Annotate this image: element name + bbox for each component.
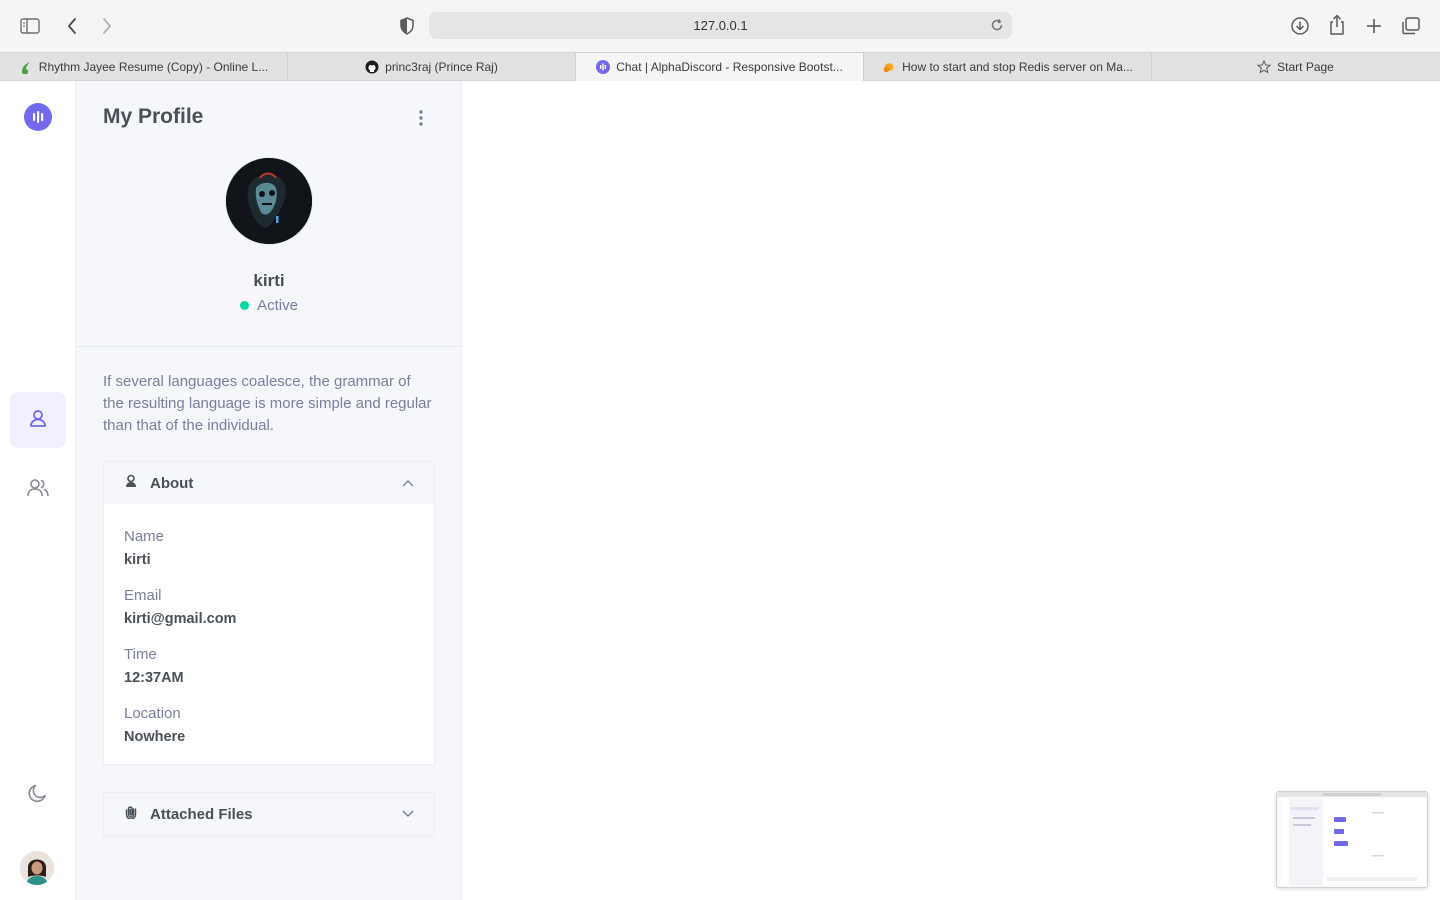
attached-files-heading: Attached Files xyxy=(150,805,253,823)
about-field-location: Location Nowhere xyxy=(124,703,414,748)
chevron-up-icon xyxy=(400,475,416,491)
tab-label: princ3raj (Prince Raj) xyxy=(385,60,498,74)
about-field-name: Name kirti xyxy=(124,526,414,571)
about-accordion-header[interactable]: About xyxy=(104,462,434,504)
app-logo-icon[interactable] xyxy=(24,103,52,131)
browser-toolbar: 127.0.0.1 xyxy=(0,0,1440,52)
nav-contacts-button[interactable] xyxy=(10,462,66,518)
more-options-icon[interactable] xyxy=(412,107,430,129)
profile-name: kirti xyxy=(253,271,285,290)
field-label: Name xyxy=(124,528,165,545)
user-avatar[interactable] xyxy=(20,851,54,885)
about-field-time: Time 12:37AM xyxy=(124,644,414,689)
about-accordion-body: Name kirti Email kirti@gmail.com Time 12… xyxy=(104,504,434,764)
field-label: Email xyxy=(124,587,162,604)
user-icon xyxy=(27,407,49,434)
tab-overview-icon[interactable] xyxy=(1397,12,1425,40)
about-heading: About xyxy=(150,474,194,492)
field-label: Location xyxy=(124,705,181,722)
about-accordion: About Name kirti Email kirti@gmail.com T… xyxy=(103,461,435,765)
tab-label: Chat | AlphaDiscord - Responsive Bootst.… xyxy=(616,60,843,74)
chevron-down-icon xyxy=(400,806,416,822)
theme-toggle-button[interactable] xyxy=(10,767,66,823)
overleaf-icon xyxy=(19,60,33,74)
nav-profile-button[interactable] xyxy=(10,392,66,448)
star-icon xyxy=(1257,60,1272,74)
app-logo-icon xyxy=(596,60,611,74)
status-text: Active xyxy=(257,297,298,314)
profile-bio: If several languages coalesce, the gramm… xyxy=(103,373,432,434)
field-value: kirti@gmail.com xyxy=(124,611,237,627)
field-value: kirti xyxy=(124,552,151,568)
share-icon[interactable] xyxy=(1323,11,1351,39)
field-value: Nowhere xyxy=(124,729,186,745)
attachment-icon xyxy=(124,805,138,823)
privacy-shield-icon[interactable] xyxy=(393,12,421,40)
downloads-icon[interactable] xyxy=(1286,12,1314,40)
address-text: 127.0.0.1 xyxy=(693,18,748,33)
users-icon xyxy=(26,477,50,504)
tab-bar: Rhythm Jayee Resume (Copy) - Online L...… xyxy=(0,52,1440,81)
tab-label: How to start and stop Redis server on Ma… xyxy=(902,60,1133,74)
browser-tab[interactable]: princ3raj (Prince Raj) xyxy=(288,53,576,81)
screenshot-thumbnail[interactable] xyxy=(1276,791,1428,888)
browser-tab[interactable]: Start Page xyxy=(1152,53,1439,81)
moon-icon xyxy=(27,782,49,809)
new-tab-icon[interactable] xyxy=(1360,12,1388,40)
attached-files-accordion: Attached Files xyxy=(103,792,435,836)
tab-label: Rhythm Jayee Resume (Copy) - Online L... xyxy=(38,60,269,74)
back-icon[interactable] xyxy=(58,12,86,40)
about-field-email: Email kirti@gmail.com xyxy=(124,585,414,630)
browser-tab[interactable]: Rhythm Jayee Resume (Copy) - Online L... xyxy=(0,53,288,81)
browser-tab-active[interactable]: Chat | AlphaDiscord - Responsive Bootst.… xyxy=(576,53,864,81)
field-value: 12:37AM xyxy=(124,670,184,686)
chat-app: My Profile kirti Active If several langu… xyxy=(0,81,1440,900)
divider xyxy=(76,346,462,347)
side-menu xyxy=(0,81,76,900)
forward-icon[interactable] xyxy=(93,12,121,40)
status-indicator: Active xyxy=(76,297,462,314)
status-dot xyxy=(240,301,250,310)
github-icon xyxy=(365,60,379,74)
reload-icon[interactable] xyxy=(988,16,1006,34)
page-title: My Profile xyxy=(103,105,204,128)
sidebar-toggle-icon[interactable] xyxy=(16,12,44,40)
tab-label: Start Page xyxy=(1277,60,1334,74)
main-chat-area xyxy=(462,81,1440,900)
user-icon xyxy=(124,474,138,492)
profile-panel: My Profile kirti Active If several langu… xyxy=(76,81,462,900)
profile-avatar xyxy=(225,157,313,245)
field-label: Time xyxy=(124,646,157,663)
attached-files-accordion-header[interactable]: Attached Files xyxy=(104,793,434,835)
address-bar[interactable]: 127.0.0.1 xyxy=(429,12,1012,39)
browser-tab[interactable]: How to start and stop Redis server on Ma… xyxy=(864,53,1152,81)
site-icon xyxy=(882,60,896,74)
